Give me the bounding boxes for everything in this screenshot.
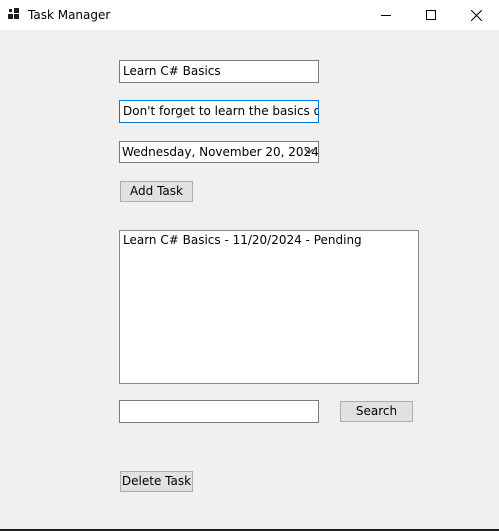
add-task-button[interactable]: Add Task bbox=[120, 181, 193, 202]
delete-task-button[interactable]: Delete Task bbox=[120, 471, 193, 492]
task-description-input[interactable]: Don't forget to learn the basics of C# bbox=[119, 100, 319, 123]
app-grid-icon bbox=[8, 8, 19, 19]
search-input[interactable] bbox=[119, 400, 319, 423]
task-title-input[interactable]: Learn C# Basics bbox=[119, 60, 319, 83]
title-bar[interactable]: Task Manager bbox=[0, 0, 499, 30]
window-title: Task Manager bbox=[28, 8, 111, 22]
due-date-picker[interactable]: Wednesday, November 20, 2024 bbox=[119, 141, 319, 163]
close-button[interactable] bbox=[453, 0, 499, 30]
minimize-button[interactable] bbox=[363, 0, 409, 30]
minimize-icon bbox=[381, 15, 391, 16]
task-manager-window: Task Manager Learn C# Basics Don't forge… bbox=[0, 0, 499, 531]
maximize-icon bbox=[426, 10, 436, 20]
search-button[interactable]: Search bbox=[340, 401, 413, 422]
task-list[interactable]: Learn C# Basics - 11/20/2024 - Pending bbox=[119, 230, 419, 384]
due-date-value: Wednesday, November 20, 2024 bbox=[122, 145, 319, 159]
chevron-down-icon bbox=[304, 148, 314, 154]
list-item[interactable]: Learn C# Basics - 11/20/2024 - Pending bbox=[123, 232, 415, 248]
maximize-button[interactable] bbox=[408, 0, 454, 30]
close-icon bbox=[470, 9, 482, 21]
